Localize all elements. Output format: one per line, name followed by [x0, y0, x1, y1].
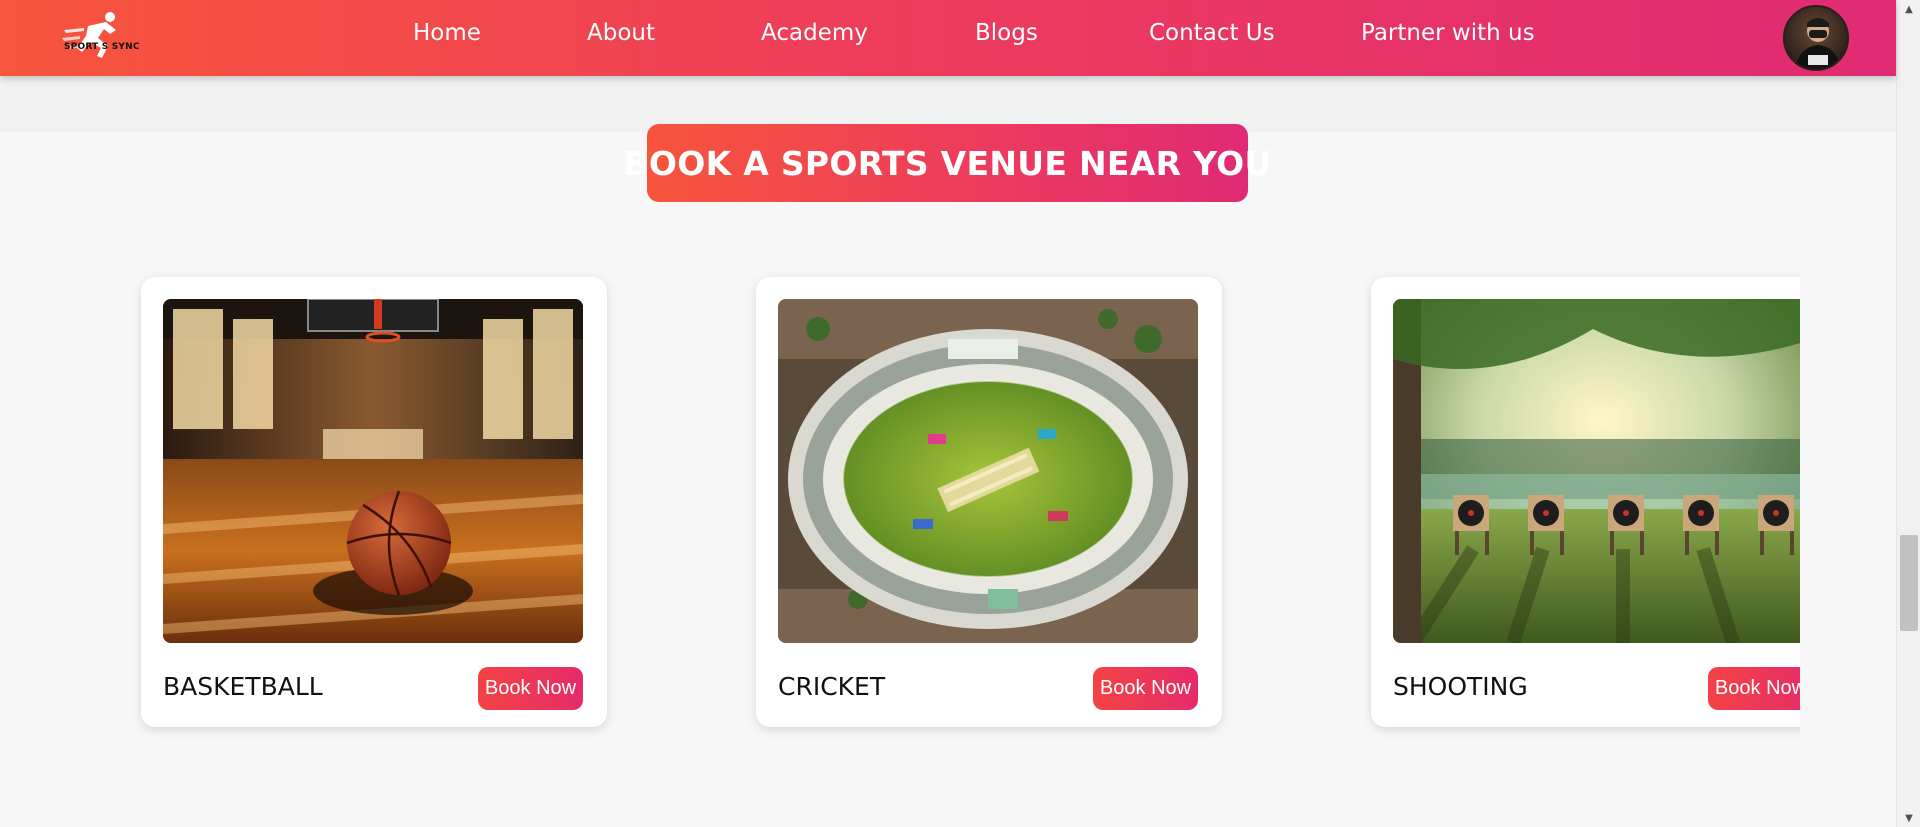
sportsync-logo[interactable]: SPORT S SYNC [58, 8, 139, 68]
nav-blogs[interactable]: Blogs [975, 20, 1038, 46]
venue-title: BASKETBALL [163, 672, 323, 701]
scrollbar-thumb[interactable] [1900, 535, 1918, 631]
scroll-up-arrow-icon[interactable]: ▲ [1897, 0, 1920, 18]
top-navbar: SPORT S SYNC Home About Academy Blogs Co… [0, 0, 1896, 76]
runner-icon [62, 12, 116, 58]
venue-title: CRICKET [778, 672, 886, 701]
venue-card-cricket: CRICKET Book Now [756, 277, 1222, 727]
user-photo-icon [1795, 18, 1841, 69]
page-scrollbar[interactable]: ▲ ▼ [1896, 0, 1920, 827]
book-now-button[interactable]: Book Now [1708, 667, 1800, 710]
nav-contact-us[interactable]: Contact Us [1149, 20, 1275, 46]
venue-carousel: BASKETBALL Book Now CRICKET Book Now SHO… [0, 260, 1800, 740]
venue-card-basketball: BASKETBALL Book Now [141, 277, 607, 727]
section-heading: BOOK A SPORTS VENUE NEAR YOU [623, 124, 1271, 202]
book-now-button[interactable]: Book Now [478, 667, 583, 710]
user-avatar[interactable] [1783, 5, 1849, 71]
nav-partner-with-us[interactable]: Partner with us [1361, 20, 1535, 46]
nav-about[interactable]: About [587, 20, 655, 46]
venue-card-shooting: SHOOTING Book Now [1371, 277, 1800, 727]
basketball-court-image [163, 299, 583, 643]
scroll-down-arrow-icon[interactable]: ▼ [1897, 809, 1920, 827]
venue-title: SHOOTING [1393, 672, 1528, 701]
nav-home[interactable]: Home [413, 20, 481, 46]
nav-academy[interactable]: Academy [761, 20, 868, 46]
shooting-range-image [1393, 299, 1800, 643]
book-now-button[interactable]: Book Now [1093, 667, 1198, 710]
logo-text: SPORT S SYNC [64, 42, 140, 52]
cricket-stadium-image [778, 299, 1198, 643]
